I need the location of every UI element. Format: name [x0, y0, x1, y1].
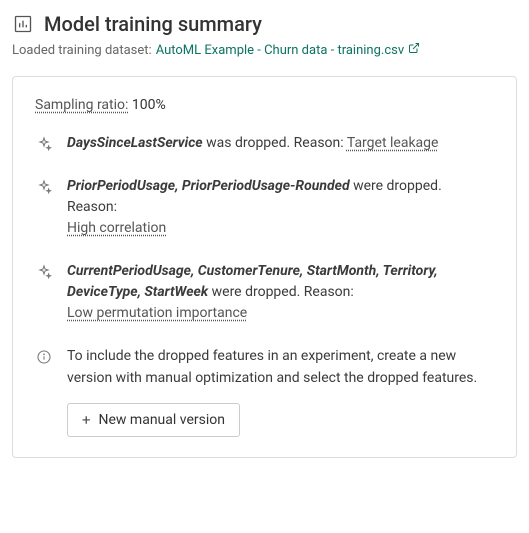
external-link-icon — [408, 42, 420, 58]
page-header: Model training summary — [12, 12, 517, 36]
drop-reason-link[interactable]: Low permutation importance — [67, 305, 247, 321]
drop-reason-link[interactable]: High correlation — [67, 220, 166, 236]
sparkle-icon — [35, 178, 53, 196]
list-item: PriorPeriodUsage, PriorPeriodUsage-Round… — [35, 176, 494, 239]
info-icon — [35, 348, 53, 366]
sampling-ratio-line: Sampling ratio: 100% — [35, 97, 494, 113]
list-item: CurrentPeriodUsage, CustomerTenure, Star… — [35, 261, 494, 324]
sampling-ratio-label: Sampling ratio: — [35, 97, 128, 113]
drop-verb: was dropped. Reason: — [206, 135, 344, 151]
plus-icon: + — [82, 413, 91, 428]
sparkle-icon — [35, 135, 53, 153]
feature-names: DaysSinceLastService — [67, 135, 203, 151]
dataset-link[interactable]: AutoML Example - Churn data - training.c… — [156, 42, 420, 58]
dataset-link-text: AutoML Example - Churn data - training.c… — [156, 43, 404, 58]
drop-verb: were dropped. Reason: — [212, 284, 354, 300]
dropped-features-list: DaysSinceLastService was dropped. Reason… — [35, 133, 494, 324]
list-item: DaysSinceLastService was dropped. Reason… — [35, 133, 494, 154]
new-manual-version-button[interactable]: + New manual version — [67, 403, 240, 437]
summary-card: Sampling ratio: 100% DaysSinceLastServic… — [12, 76, 517, 458]
dataset-label: Loaded training dataset: — [12, 43, 152, 58]
bar-chart-icon — [12, 13, 34, 35]
drop-reason-link[interactable]: Target leakage — [347, 135, 439, 151]
dataset-line: Loaded training dataset: AutoML Example … — [12, 42, 517, 58]
info-body: To include the dropped features in an ex… — [67, 346, 494, 437]
sparkle-icon — [35, 263, 53, 281]
page-title: Model training summary — [44, 12, 262, 36]
button-label: New manual version — [99, 412, 225, 428]
info-text: To include the dropped features in an ex… — [67, 346, 494, 389]
feature-names: PriorPeriodUsage, PriorPeriodUsage-Round… — [67, 178, 350, 194]
list-item-body: PriorPeriodUsage, PriorPeriodUsage-Round… — [67, 176, 494, 239]
list-item-body: CurrentPeriodUsage, CustomerTenure, Star… — [67, 261, 494, 324]
sampling-ratio-value: 100% — [132, 97, 166, 113]
list-item-body: DaysSinceLastService was dropped. Reason… — [67, 133, 494, 154]
info-section: To include the dropped features in an ex… — [35, 346, 494, 437]
